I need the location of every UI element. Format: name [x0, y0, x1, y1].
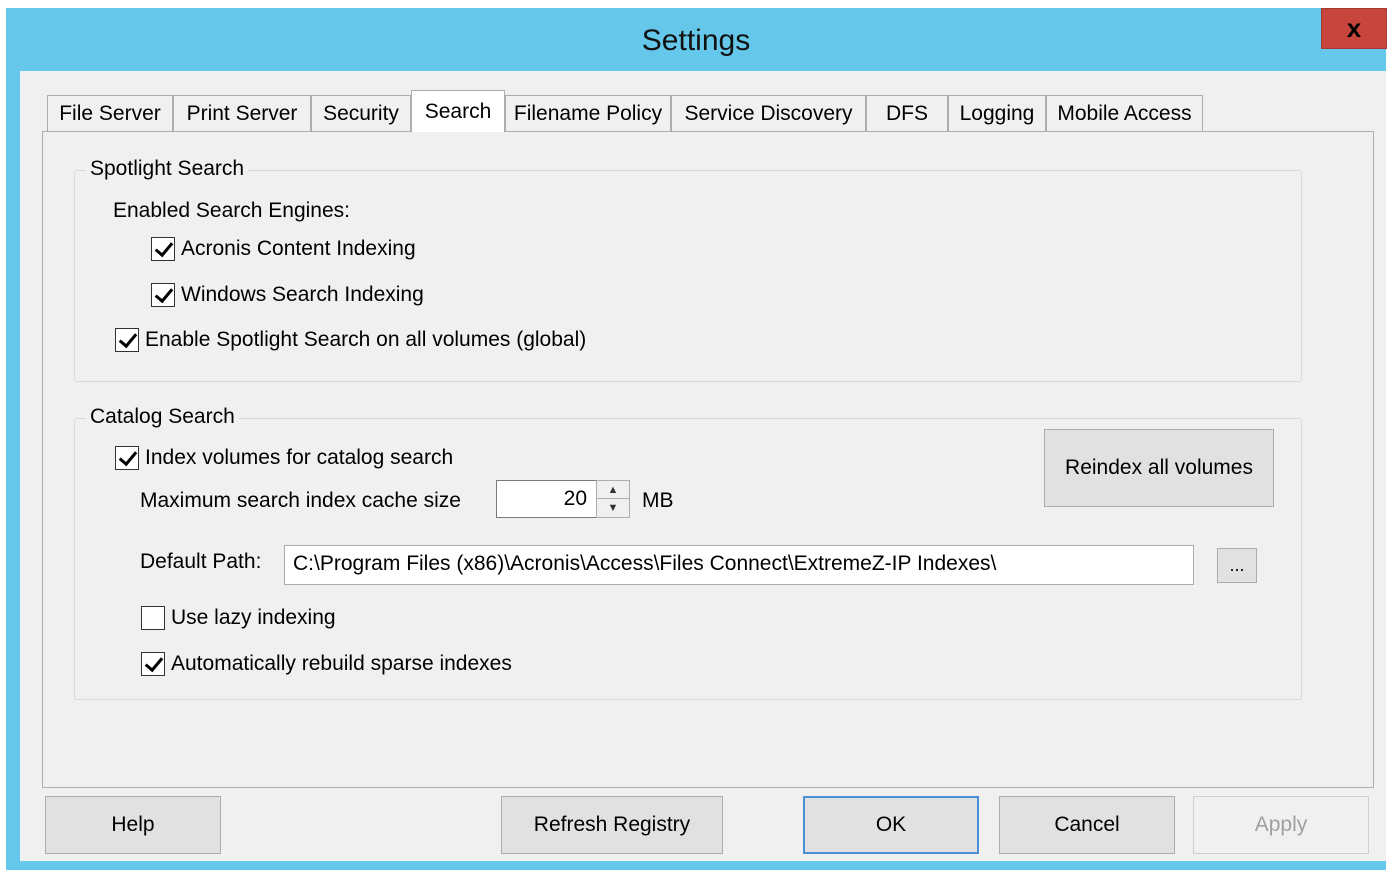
tab-print-server[interactable]: Print Server	[173, 95, 311, 131]
checkbox-label: Automatically rebuild sparse indexes	[171, 652, 512, 675]
enabled-engines-label: Enabled Search Engines:	[113, 199, 350, 222]
checkbox-box[interactable]	[141, 652, 165, 676]
apply-button[interactable]: Apply	[1193, 796, 1369, 854]
tab-logging[interactable]: Logging	[948, 95, 1046, 131]
acronis-indexing-checkbox[interactable]: Acronis Content Indexing	[151, 237, 416, 261]
rebuild-sparse-checkbox[interactable]: Automatically rebuild sparse indexes	[141, 652, 512, 676]
default-path-label: Default Path:	[140, 550, 262, 573]
checkbox-box[interactable]	[151, 283, 175, 307]
refresh-registry-button[interactable]: Refresh Registry	[501, 796, 723, 854]
tab-search[interactable]: Search	[411, 90, 505, 132]
help-button[interactable]: Help	[45, 796, 221, 854]
spin-down-icon[interactable]: ▼	[597, 499, 629, 517]
cancel-button[interactable]: Cancel	[999, 796, 1175, 854]
tab-file-server[interactable]: File Server	[47, 95, 173, 131]
checkbox-box[interactable]	[115, 446, 139, 470]
checkbox-label: Enable Spotlight Search on all volumes (…	[145, 328, 587, 351]
index-volumes-checkbox[interactable]: Index volumes for catalog search	[115, 446, 453, 470]
tab-mobile-access[interactable]: Mobile Access	[1046, 95, 1203, 131]
cache-size-spinner[interactable]: ▲ ▼	[596, 480, 630, 518]
cache-size-unit: MB	[642, 489, 674, 512]
spin-up-icon[interactable]: ▲	[597, 481, 629, 499]
tab-filename-policy[interactable]: Filename Policy	[505, 95, 671, 131]
tab-service-discovery[interactable]: Service Discovery	[671, 95, 866, 131]
checkbox-box[interactable]	[115, 328, 139, 352]
checkbox-label: Windows Search Indexing	[181, 283, 424, 306]
reindex-all-volumes-button[interactable]: Reindex all volumes	[1044, 429, 1274, 507]
close-button[interactable]: x	[1321, 8, 1387, 49]
windows-indexing-checkbox[interactable]: Windows Search Indexing	[151, 283, 424, 307]
checkbox-box[interactable]	[141, 606, 165, 630]
cache-size-input[interactable]: 20	[496, 480, 598, 518]
checkbox-label: Use lazy indexing	[171, 606, 336, 629]
lazy-indexing-checkbox[interactable]: Use lazy indexing	[141, 606, 336, 630]
tab-dfs[interactable]: DFS	[866, 95, 948, 131]
default-path-input[interactable]: C:\Program Files (x86)\Acronis\Access\Fi…	[284, 545, 1194, 585]
enable-spotlight-global-checkbox[interactable]: Enable Spotlight Search on all volumes (…	[115, 328, 586, 352]
checkbox-box[interactable]	[151, 237, 175, 261]
search-tab-panel: Spotlight Search Enabled Search Engines:…	[42, 131, 1374, 788]
catalog-search-legend: Catalog Search	[86, 405, 239, 429]
ok-button[interactable]: OK	[803, 796, 979, 854]
cache-size-label: Maximum search index cache size	[140, 489, 461, 512]
tab-security[interactable]: Security	[311, 95, 411, 131]
checkbox-label: Index volumes for catalog search	[145, 446, 454, 469]
window-title: Settings	[641, 24, 751, 57]
browse-path-button[interactable]: ...	[1217, 548, 1257, 583]
checkbox-label: Acronis Content Indexing	[181, 237, 416, 260]
spotlight-search-legend: Spotlight Search	[86, 157, 249, 181]
